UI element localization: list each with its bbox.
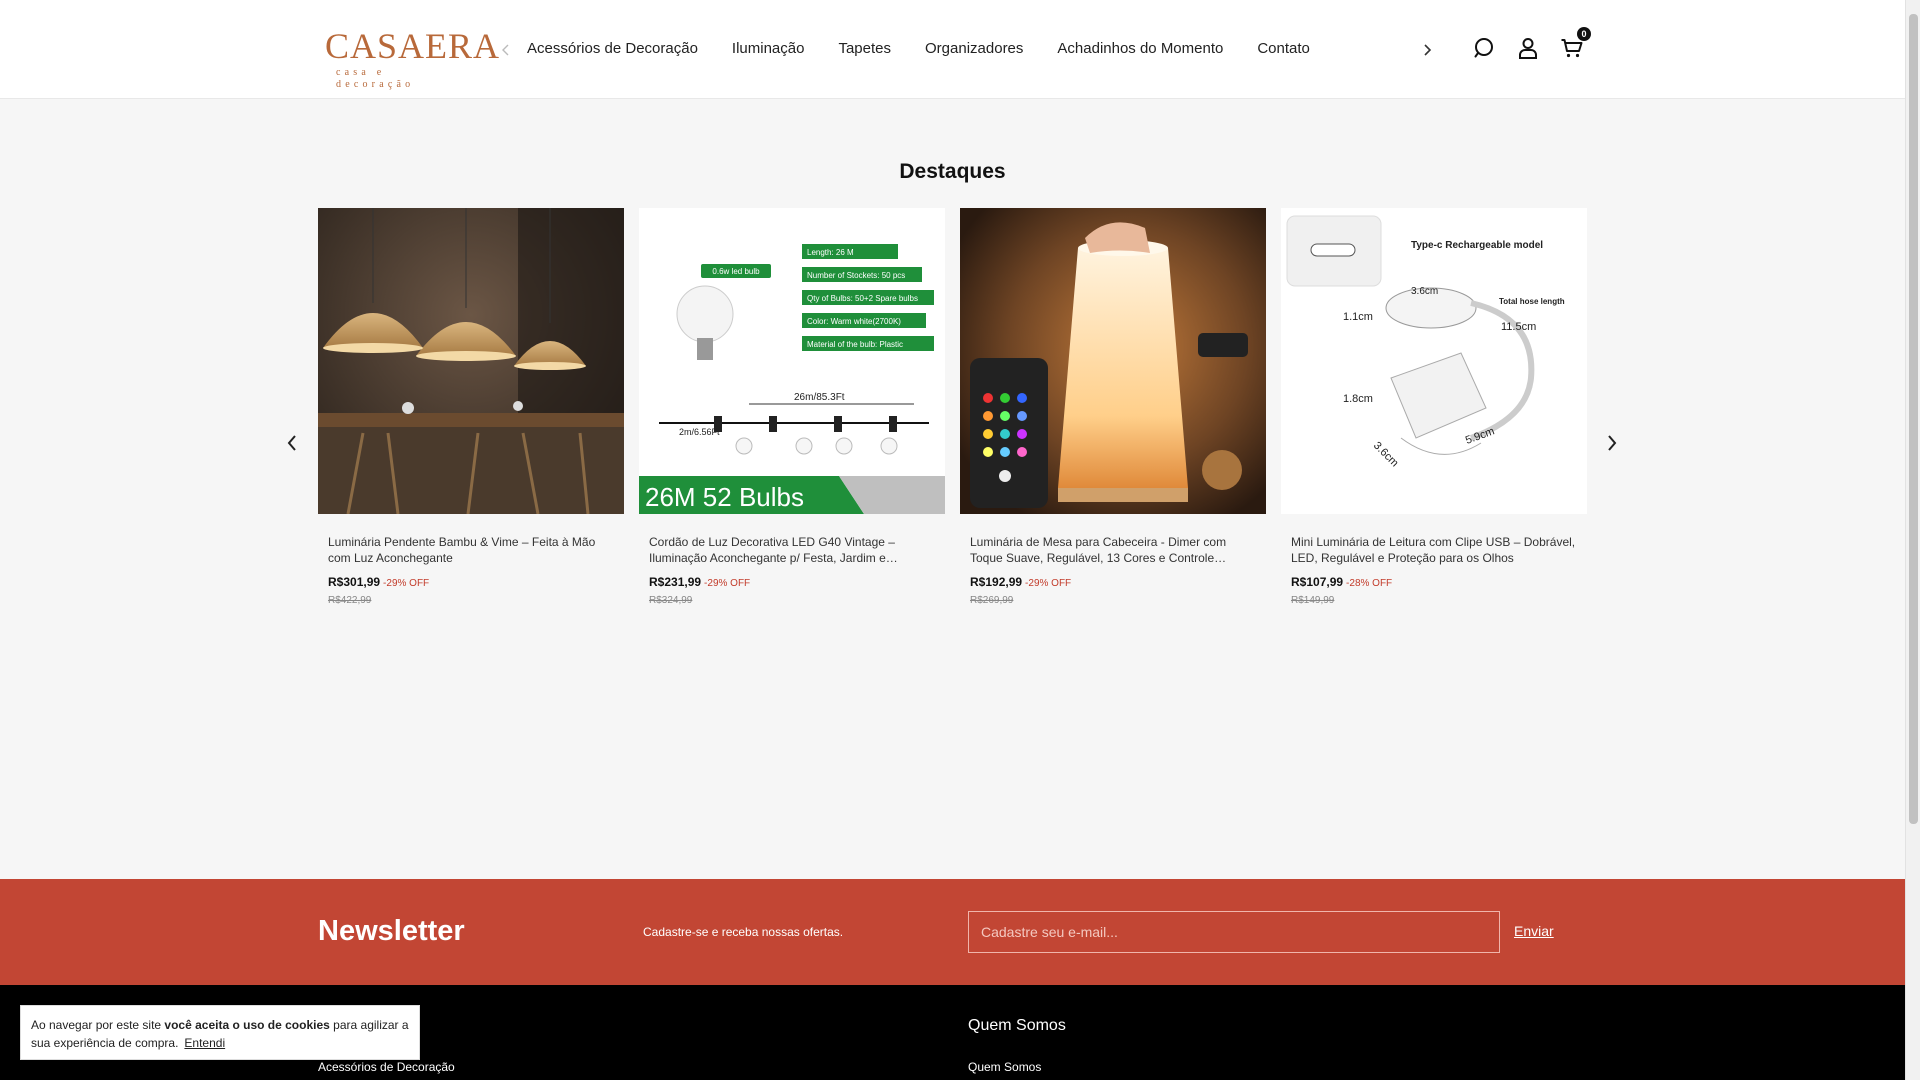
nav-prev-button[interactable] xyxy=(499,38,513,62)
product-image-bedside-lamp[interactable] xyxy=(960,208,1266,514)
image-text: Qty of Bulbs: 50+2 Spare bulbs xyxy=(807,294,918,303)
product-card[interactable]: Type-c Rechargeable model 3.6cm Total ho… xyxy=(1281,208,1587,606)
image-text: Total hose length xyxy=(1499,297,1565,306)
image-text: Material of the bulb: Plastic xyxy=(807,340,903,349)
discount-badge: -29% OFF xyxy=(704,578,751,589)
product-image-led-string[interactable]: 0.6w led bulb Length: 26 M Number of Sto… xyxy=(639,208,945,514)
product-old-price: R$422,99 xyxy=(328,595,372,606)
newsletter-email-input[interactable] xyxy=(968,911,1500,953)
product-old-price: R$269,99 xyxy=(970,595,1014,606)
scrollbar-thumb[interactable] xyxy=(1909,14,1918,824)
image-text: 1.8cm xyxy=(1343,393,1373,405)
product-card[interactable]: Luminária de Mesa para Cabeceira - Dimer… xyxy=(960,208,1266,606)
image-text: 3.6cm xyxy=(1411,286,1438,297)
price-row: R$192,99 -29% OFF xyxy=(970,575,1256,589)
carousel-prev-button[interactable] xyxy=(282,432,302,454)
image-text: Number of Stockets: 50 pcs xyxy=(807,271,905,280)
nav-item-organizadores[interactable]: Organizadores xyxy=(925,40,1023,57)
image-text: Type-c Rechargeable model xyxy=(1411,240,1543,251)
product-image-clip-lamp[interactable]: Type-c Rechargeable model 3.6cm Total ho… xyxy=(1281,208,1587,514)
product-carousel: Luminária Pendente Bambu & Vime – Feita … xyxy=(318,208,1587,606)
product-old-price: R$324,99 xyxy=(649,595,693,606)
main-nav: Acessórios de Decoração Iluminação Tapet… xyxy=(527,40,1310,57)
cookie-text-bold: você aceita o uso de cookies xyxy=(164,1018,330,1032)
product-info: Cordão de Luz Decorativa LED G40 Vintage… xyxy=(639,514,945,606)
price-row: R$107,99 -28% OFF xyxy=(1291,575,1577,589)
product-image-bamboo-pendant[interactable] xyxy=(318,208,624,514)
product-name[interactable]: Cordão de Luz Decorativa LED G40 Vintage… xyxy=(649,534,935,566)
newsletter-submit-button[interactable]: Enviar xyxy=(1514,923,1554,939)
price-row: R$301,99 -29% OFF xyxy=(328,575,614,589)
product-card[interactable]: Luminária Pendente Bambu & Vime – Feita … xyxy=(318,208,624,606)
newsletter-title: Newsletter xyxy=(318,915,465,947)
chevron-right-icon xyxy=(1608,435,1617,451)
chevron-left-icon xyxy=(502,44,509,56)
footer-link-acessorios[interactable]: Acessórios de Decoração xyxy=(318,1060,455,1074)
cookie-text-before: Ao navegar por este site xyxy=(31,1018,165,1032)
product-card[interactable]: 0.6w led bulb Length: 26 M Number of Sto… xyxy=(639,208,945,606)
product-price: R$192,99 xyxy=(970,575,1023,589)
page-scrollbar[interactable] xyxy=(1905,0,1920,1080)
image-text: 2m/6.56Ft xyxy=(679,427,720,437)
product-info: Luminária de Mesa para Cabeceira - Dimer… xyxy=(960,514,1266,606)
image-text: 26M 52 Bulbs xyxy=(645,482,804,512)
product-info: Luminária Pendente Bambu & Vime – Feita … xyxy=(318,514,624,606)
product-price: R$231,99 xyxy=(649,575,702,589)
product-name[interactable]: Luminária de Mesa para Cabeceira - Dimer… xyxy=(970,534,1256,566)
nav-item-achadinhos[interactable]: Achadinhos do Momento xyxy=(1057,40,1223,57)
footer-link-quem-somos[interactable]: Quem Somos xyxy=(968,1060,1041,1074)
discount-badge: -29% OFF xyxy=(383,578,430,589)
nav-item-contato[interactable]: Contato xyxy=(1257,40,1310,57)
image-text: Color: Warm white(2700K) xyxy=(807,317,901,326)
discount-badge: -29% OFF xyxy=(1025,578,1072,589)
image-text: 11.5cm xyxy=(1501,321,1536,333)
logo[interactable]: CASAERA casa e decoração xyxy=(325,26,501,90)
nav-item-tapetes[interactable]: Tapetes xyxy=(838,40,891,57)
product-name[interactable]: Mini Luminária de Leitura com Clipe USB … xyxy=(1291,534,1577,566)
chevron-left-icon xyxy=(287,435,296,451)
image-text: 0.6w led bulb xyxy=(712,267,760,276)
image-text: 26m/85.3Ft xyxy=(794,392,845,403)
newsletter-text: Cadastre-se e receba nossas ofertas. xyxy=(643,925,844,939)
price-row: R$231,99 -29% OFF xyxy=(649,575,935,589)
search-button[interactable] xyxy=(1472,36,1498,62)
logo-sub-text: casa e decoração xyxy=(336,67,415,90)
product-old-price: R$149,99 xyxy=(1291,595,1335,606)
search-icon xyxy=(1474,38,1493,58)
product-info: Mini Luminária de Leitura com Clipe USB … xyxy=(1281,514,1587,606)
newsletter-section: Newsletter Cadastre-se e receba nossas o… xyxy=(0,879,1905,985)
user-icon xyxy=(1519,38,1537,59)
image-text: Length: 26 M xyxy=(807,248,854,257)
site-header: CASAERA casa e decoração Acessórios de D… xyxy=(0,0,1905,99)
carousel-next-button[interactable] xyxy=(1602,432,1622,454)
logo-main-text: CASAERA xyxy=(325,26,501,66)
discount-badge: -28% OFF xyxy=(1346,578,1393,589)
account-button[interactable] xyxy=(1516,36,1542,62)
chevron-right-icon xyxy=(1424,44,1432,56)
footer-heading: Quem Somos xyxy=(968,1017,1066,1034)
cookie-banner: Ao navegar por este site você aceita o u… xyxy=(20,1005,420,1060)
product-name[interactable]: Luminária Pendente Bambu & Vime – Feita … xyxy=(328,534,614,566)
product-price: R$107,99 xyxy=(1291,575,1344,589)
nav-item-iluminacao[interactable]: Iluminação xyxy=(732,40,805,57)
product-price: R$301,99 xyxy=(328,575,381,589)
nav-item-acessorios[interactable]: Acessórios de Decoração xyxy=(527,40,698,57)
section-title: Destaques xyxy=(899,160,1006,183)
image-text: 1.1cm xyxy=(1343,311,1373,323)
cookie-accept-button[interactable]: Entendi xyxy=(184,1036,225,1050)
cart-count-badge: 0 xyxy=(1577,27,1591,41)
nav-next-button[interactable] xyxy=(1420,38,1434,62)
